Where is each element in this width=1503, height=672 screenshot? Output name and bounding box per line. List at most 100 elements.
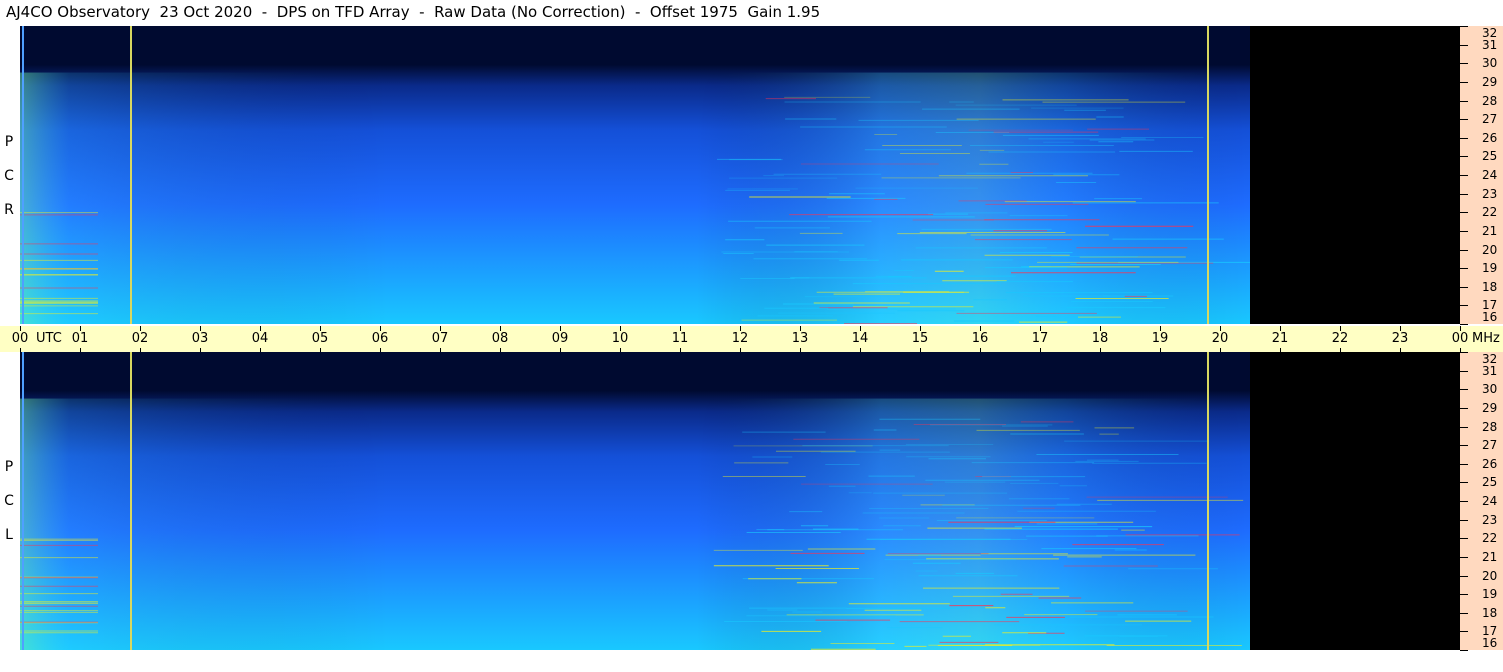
- utc-tick-label: 15: [911, 331, 929, 346]
- rcp-mhz-tick-mark: [1460, 305, 1468, 307]
- rcp-mhz-tick-mark: [1460, 249, 1468, 251]
- rcp-mhz-tick-label: 24: [1482, 168, 1498, 182]
- utc-tick-label: 08: [491, 331, 509, 346]
- lcp-mhz-tick-label: 17: [1482, 624, 1498, 639]
- utc-tick-mark: [1400, 326, 1401, 331]
- utc-tick-mark: [1280, 326, 1281, 331]
- utc-tick-label: 14: [851, 331, 869, 346]
- lcp-mhz-tick-label: 30: [1482, 382, 1498, 397]
- rcp-mhz-tick-label: 19: [1482, 261, 1498, 276]
- utc-tick-label: 20: [1211, 331, 1229, 346]
- rcp-mhz-tick-mark: [1460, 286, 1468, 288]
- rcp-mhz-tick-label: 17: [1482, 298, 1498, 313]
- mhz-unit-label: MHz: [1472, 331, 1500, 346]
- utc-tick-label: 21: [1271, 331, 1289, 346]
- utc-tick-mark: [440, 326, 441, 331]
- lcp-letter-2: C: [4, 493, 14, 509]
- utc-tick-label: 10: [611, 331, 629, 346]
- lcp-mhz-tick-mark: [1460, 501, 1468, 502]
- lcp-mhz-tick-label: 26: [1482, 456, 1498, 471]
- utc-tick-label: 12: [731, 331, 749, 346]
- rcp-mhz-tick-mark: [1460, 26, 1468, 27]
- utc-tick-label: 04: [251, 331, 269, 346]
- lcp-letter-3: L: [5, 527, 13, 543]
- utc-tick-mark: [200, 326, 201, 331]
- utc-tick-mark: [260, 326, 261, 331]
- lcp-frequency-axis: 16 17 18 19 20 21 22 23 24 25 26 27 28 29 30 31 32: [1460, 352, 1503, 651]
- utc-tick-mark: [380, 326, 381, 331]
- lcp-mhz-tick-label: 23: [1482, 512, 1498, 527]
- utc-tick-mark: [1460, 326, 1461, 331]
- utc-tick-label: 03: [191, 331, 209, 346]
- utc-tick-label: 19: [1151, 331, 1169, 346]
- rcp-mhz-tick-mark: [1460, 156, 1468, 158]
- lcp-mhz-tick-mark: [1460, 631, 1468, 633]
- lcp-mhz-tick-label: 18: [1482, 605, 1498, 620]
- lcp-mhz-tick-mark: [1460, 650, 1468, 651]
- utc-tick-mark: [980, 326, 981, 331]
- rcp-mhz-tick-label: 29: [1482, 74, 1498, 89]
- lcp-mhz-tick-mark: [1460, 519, 1468, 521]
- utc-tick-label: 05: [311, 331, 329, 346]
- utc-tick-label: 18: [1091, 331, 1109, 346]
- lcp-mhz-tick-mark: [1460, 426, 1468, 428]
- utc-tick-mark: [20, 326, 21, 331]
- lcp-mhz-tick-label: 27: [1482, 438, 1498, 453]
- utc-tick-mark: [740, 326, 741, 331]
- rcp-mhz-tick-label: 26: [1482, 130, 1498, 145]
- utc-tick-label: 01: [71, 331, 89, 346]
- utc-tick-label: 22: [1331, 331, 1349, 346]
- rcp-mhz-tick-mark: [1460, 212, 1468, 214]
- utc-time-axis: UTC MHz 00 01 02 03 04 05 06 07 08 09 10 11 12 13 14 15…: [0, 326, 1503, 352]
- lcp-mhz-tick-label: 29: [1482, 400, 1498, 415]
- rcp-mhz-tick-label: 30: [1482, 56, 1498, 71]
- utc-tick-label: 17: [1031, 331, 1049, 346]
- utc-tick-mark: [1340, 326, 1341, 331]
- lcp-mhz-tick-mark: [1460, 538, 1468, 540]
- lcp-mhz-tick-mark: [1460, 389, 1468, 391]
- utc-tick-mark: [80, 326, 81, 331]
- rcp-spectrogram: [20, 26, 1460, 324]
- rcp-mhz-tick-label: 22: [1482, 205, 1498, 220]
- lcp-mhz-tick-mark: [1460, 575, 1468, 577]
- rcp-letter-1: P: [4, 134, 14, 150]
- lcp-mhz-tick-label: 24: [1482, 494, 1498, 508]
- lcp-mhz-tick-mark: [1460, 612, 1468, 614]
- utc-tick-label: 16: [971, 331, 989, 346]
- rcp-letter-3: R: [4, 202, 14, 218]
- rcp-mhz-tick-mark: [1460, 175, 1468, 176]
- rcp-mhz-tick-label: 23: [1482, 186, 1498, 201]
- utc-tick-mark: [1220, 326, 1221, 331]
- utc-tick-mark: [1100, 326, 1101, 331]
- lcp-mhz-tick-mark: [1460, 445, 1468, 447]
- utc-tick-label: 23: [1391, 331, 1409, 346]
- lcp-mhz-tick-mark: [1460, 352, 1468, 353]
- utc-tick-mark: [140, 326, 141, 331]
- lcp-mhz-tick-mark: [1460, 370, 1468, 372]
- utc-tick-mark: [680, 326, 681, 331]
- utc-tick-mark: [920, 326, 921, 331]
- rcp-mhz-tick-mark: [1460, 81, 1468, 83]
- rcp-mhz-tick-mark: [1460, 63, 1468, 65]
- lcp-mhz-tick-mark: [1460, 556, 1468, 558]
- rcp-mhz-tick-mark: [1460, 324, 1468, 325]
- utc-tick-label: 13: [791, 331, 809, 346]
- rcp-mhz-tick-mark: [1460, 119, 1468, 121]
- rcp-mhz-tick-label: 28: [1482, 93, 1498, 108]
- utc-tick-mark: [560, 326, 561, 331]
- rcp-mhz-tick-label: 25: [1482, 149, 1498, 164]
- rcp-mhz-tick-label: 21: [1482, 223, 1498, 238]
- lcp-mhz-tick-label: 22: [1482, 531, 1498, 546]
- lcp-mhz-tick-mark: [1460, 407, 1468, 409]
- utc-tick-label: 09: [551, 331, 569, 346]
- lcp-mhz-tick-label: 28: [1482, 419, 1498, 434]
- utc-tick-mark: [1160, 326, 1161, 331]
- rcp-letter-2: C: [4, 168, 14, 184]
- rcp-mhz-tick-mark: [1460, 193, 1468, 195]
- utc-tick-mark: [1040, 326, 1041, 331]
- utc-unit-label: UTC: [36, 331, 62, 346]
- rcp-frequency-axis: 16 17 18 19 20 21 22 23 24 25 26 27 28 29 30 31 32: [1460, 26, 1503, 325]
- lcp-letter-1: P: [4, 459, 14, 475]
- utc-tick-mark: [620, 326, 621, 331]
- lcp-polarization-label: P C L: [2, 460, 16, 562]
